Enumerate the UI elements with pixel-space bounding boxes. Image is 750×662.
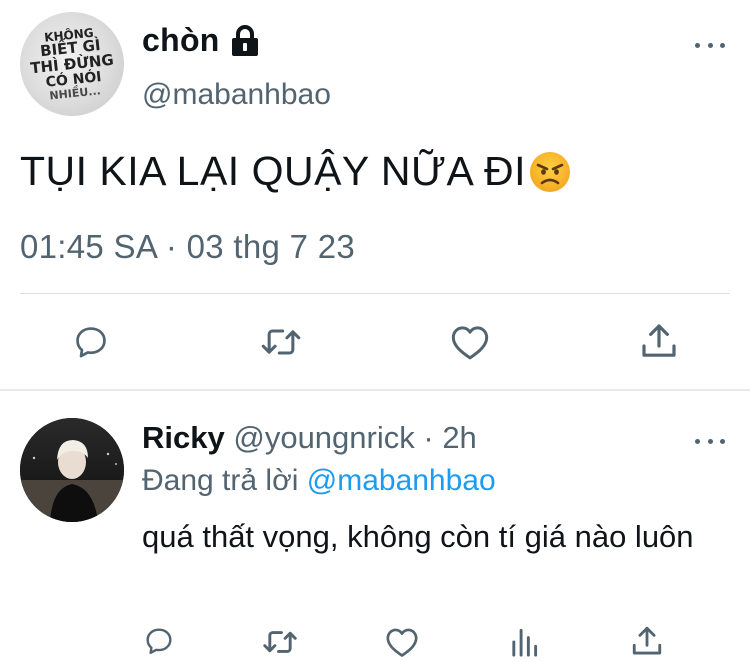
reply-icon[interactable] <box>143 625 175 657</box>
lock-icon <box>231 24 258 56</box>
replying-label: Đang trả lời <box>142 464 307 497</box>
retweet-icon[interactable] <box>259 323 303 361</box>
reply-avatar[interactable] <box>20 418 124 522</box>
reply-header: Ricky @youngnrick · 2h <box>142 420 477 456</box>
avatar-text: KHÔNG BIẾT GÌ THÌ ĐỪNG CÓ NÓI NHIỀU... <box>29 25 115 103</box>
views-icon[interactable] <box>509 626 539 658</box>
reply-avatar-photo <box>20 418 124 522</box>
author-name-label: chòn <box>142 22 220 58</box>
reply-separator: · <box>414 420 443 455</box>
share-icon[interactable] <box>640 321 678 361</box>
author-name[interactable]: chòn <box>142 22 262 59</box>
section-divider <box>0 389 750 391</box>
reply-icon[interactable] <box>72 323 110 361</box>
retweet-icon[interactable] <box>261 626 299 658</box>
like-icon[interactable] <box>450 323 490 361</box>
avatar[interactable]: KHÔNG BIẾT GÌ THÌ ĐỪNG CÓ NÓI NHIỀU... <box>20 12 124 116</box>
replying-mention-link[interactable]: @mabanhbao <box>307 464 496 497</box>
reply-text: quá thất vọng, không còn tí giá nào luôn <box>142 519 694 554</box>
tweet-text-body: TỤI KIA LẠI QUẬY NỮA ĐI <box>20 148 527 194</box>
reply-time[interactable]: 2h <box>442 420 476 455</box>
divider <box>20 293 730 294</box>
tweet-text: TỤI KIA LẠI QUẬY NỮA ĐI <box>20 148 572 195</box>
more-options-icon[interactable] <box>695 436 725 446</box>
replying-to: Đang trả lời @mabanhbao <box>142 464 496 498</box>
more-options-icon[interactable] <box>695 40 725 50</box>
reply-author-name[interactable]: Ricky <box>142 420 225 455</box>
author-handle[interactable]: @mabanhbao <box>142 78 331 112</box>
reply-author-handle[interactable]: @youngnrick <box>233 420 414 455</box>
like-icon[interactable] <box>385 626 419 658</box>
angry-face-emoji-icon <box>530 151 571 192</box>
tweet-timestamp[interactable]: 01:45 SA · 03 thg 7 23 <box>20 228 355 266</box>
tweet-thread: KHÔNG BIẾT GÌ THÌ ĐỪNG CÓ NÓI NHIỀU... c… <box>0 0 750 662</box>
share-icon[interactable] <box>631 624 663 658</box>
